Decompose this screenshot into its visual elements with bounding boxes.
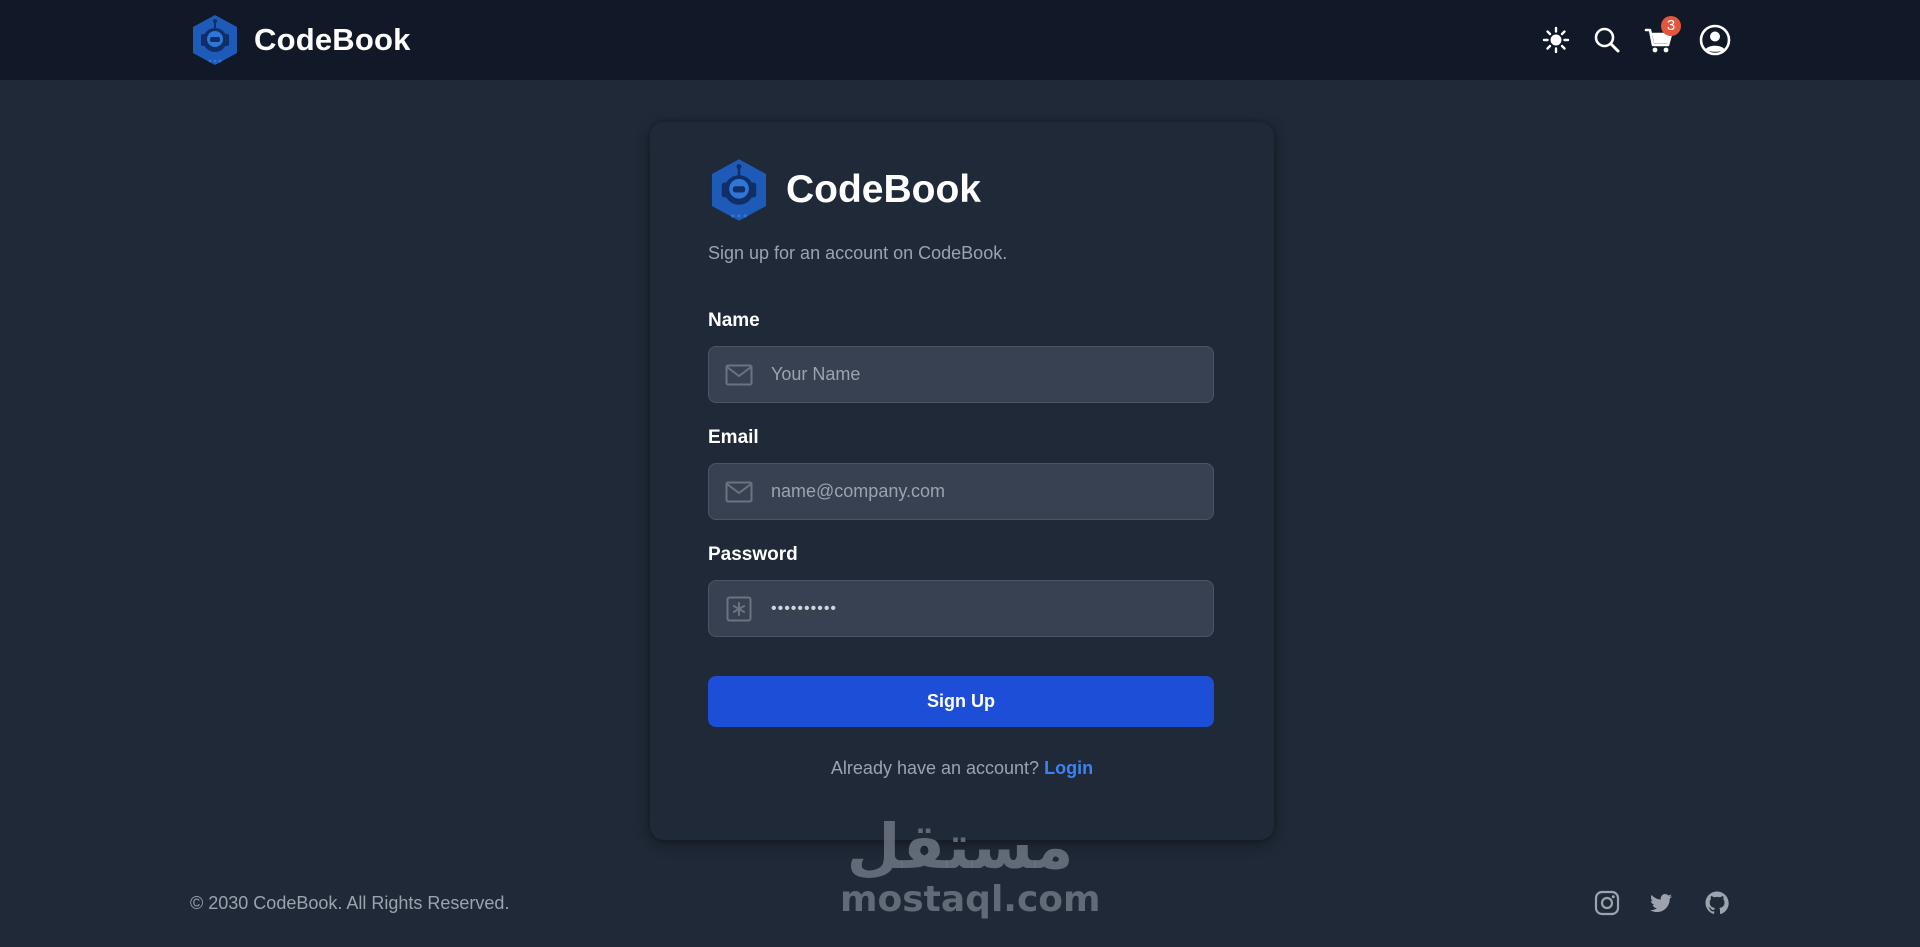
form-subtitle: Sign up for an account on CodeBook. — [708, 243, 1008, 263]
footer-copyright: © 2030 CodeBook. All Rights Reserved. — [190, 893, 510, 913]
email-label: Email — [708, 427, 759, 448]
email-input[interactable] — [769, 464, 1199, 519]
email-field — [708, 463, 1214, 520]
asterisk-icon — [726, 596, 752, 622]
account-button[interactable] — [1697, 22, 1733, 58]
instagram-icon — [1594, 890, 1620, 916]
name-field — [708, 346, 1214, 403]
search-icon — [1594, 27, 1620, 53]
cart-count-badge: 3 — [1661, 16, 1681, 36]
password-input[interactable] — [769, 581, 1199, 636]
name-label: Name — [708, 310, 760, 331]
instagram-link[interactable] — [1594, 890, 1620, 916]
search-button[interactable] — [1589, 22, 1625, 58]
login-prompt-text: Already have an account? — [830, 758, 1040, 778]
sun-icon — [1542, 26, 1570, 54]
card-brand: CodeBook — [708, 158, 981, 222]
envelope-icon — [725, 364, 753, 386]
brand-name: CodeBook — [254, 22, 411, 57]
signup-card: CodeBook Sign up for an account on CodeB… — [650, 122, 1274, 840]
envelope-icon — [725, 481, 753, 503]
top-navbar: CodeBook 3 — [0, 0, 1920, 80]
card-brand-name: CodeBook — [786, 168, 981, 211]
twitter-link[interactable] — [1648, 890, 1674, 916]
codebook-logo-icon — [193, 15, 237, 65]
cart-button[interactable]: 3 — [1641, 16, 1681, 58]
login-prompt-line: Already have an account? Login — [650, 758, 1274, 779]
login-link[interactable]: Login — [1044, 758, 1093, 778]
twitter-icon — [1650, 894, 1672, 912]
brand-home-link[interactable]: CodeBook — [190, 14, 411, 66]
github-icon — [1705, 891, 1729, 915]
user-circle-icon — [1699, 24, 1731, 56]
name-input[interactable] — [769, 347, 1199, 402]
watermark-latin-text: mostaql.com — [840, 879, 1101, 920]
password-field — [708, 580, 1214, 637]
github-link[interactable] — [1704, 890, 1730, 916]
theme-toggle-button[interactable] — [1538, 22, 1574, 58]
codebook-logo-icon — [711, 159, 767, 221]
sign-up-button[interactable]: Sign Up — [708, 676, 1214, 727]
password-label: Password — [708, 544, 798, 565]
